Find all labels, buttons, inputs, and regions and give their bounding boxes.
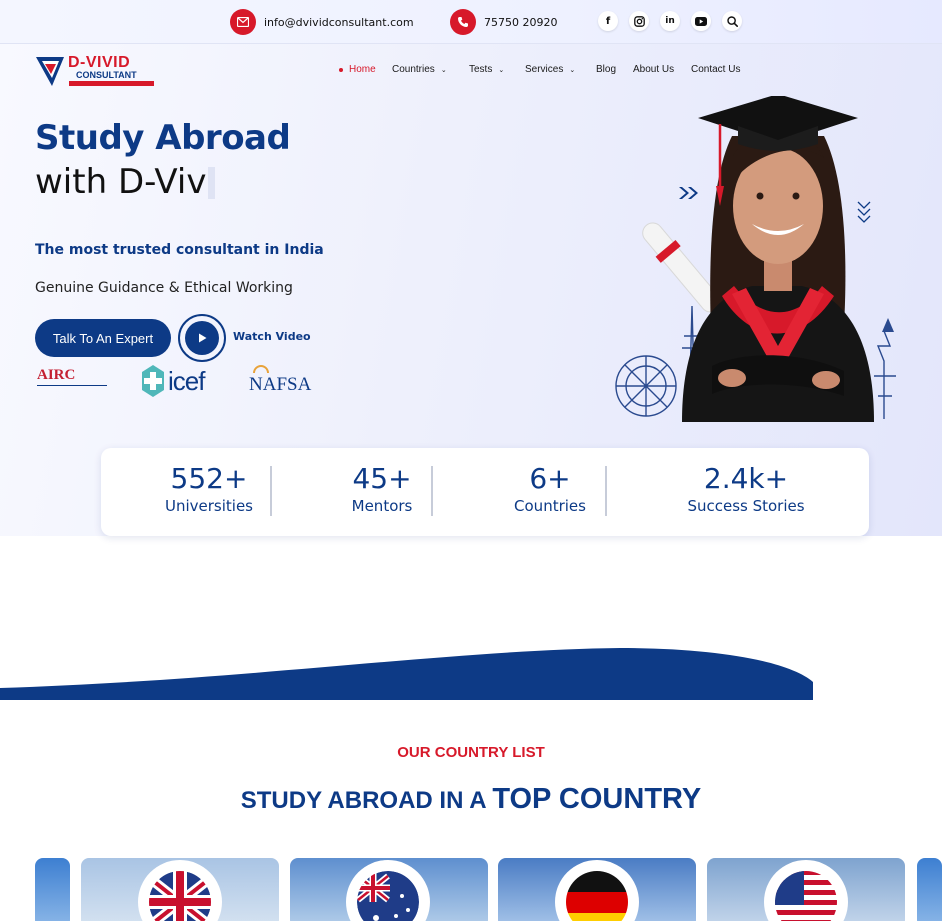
nav-tests-label: Tests	[469, 64, 493, 75]
stat-success-stories: 2.4k+ Success Stories	[681, 462, 811, 515]
nav-home-label: Home	[349, 64, 376, 75]
chevron-down-icon: ⌄	[569, 66, 576, 74]
hero-title-line1: Study Abroad	[35, 118, 291, 158]
nav-home[interactable]: Home	[339, 64, 376, 75]
logo-subtitle: CONSULTANT	[76, 70, 137, 80]
nav-blog-label: Blog	[596, 64, 617, 75]
nafsa-arc-icon	[253, 365, 269, 374]
nav-about-label: About Us	[633, 64, 675, 75]
stat-universities: 552+ Universities	[161, 462, 257, 515]
section-title: STUDY ABROAD IN A TOP COUNTRY	[0, 783, 942, 816]
wave-divider	[0, 648, 813, 700]
stat-value: 45+	[352, 462, 412, 495]
chevron-down-icon: ⌄	[498, 66, 505, 74]
play-video-button[interactable]	[178, 314, 226, 362]
nafsa-logo-text: NAFSA	[249, 374, 312, 395]
airc-logo-text: AIRC	[37, 367, 76, 383]
stat-countries: 6+ Countries	[503, 462, 597, 515]
nav-countries-label: Countries	[392, 64, 435, 75]
section-title-plain: STUDY ABROAD IN A	[240, 787, 493, 814]
stat-mentors: 45+ Mentors	[336, 462, 428, 515]
stat-divider	[605, 466, 607, 516]
phone-text[interactable]: 75750 20920	[484, 16, 557, 29]
section-kicker: OUR COUNTRY LIST	[397, 744, 545, 761]
hero-title-typed: with D-Viv	[35, 162, 207, 202]
stat-value: 6+	[529, 462, 571, 495]
nav-about[interactable]: About Us	[633, 64, 674, 75]
hero-tagline: The most trusted consultant in India	[35, 242, 324, 258]
typing-cursor	[208, 167, 216, 199]
brand-logo[interactable]: D-VIVID CONSULTANT	[34, 54, 158, 88]
phone-contact[interactable]: 75750 20920	[450, 9, 557, 35]
linkedin-icon[interactable]: in	[660, 11, 680, 31]
email-text[interactable]: info@dvividconsultant.com	[264, 16, 414, 29]
instagram-icon[interactable]	[629, 11, 649, 31]
graduate-student-illustration	[615, 96, 896, 422]
email-contact[interactable]: info@dvividconsultant.com	[230, 9, 414, 35]
stat-divider	[270, 466, 272, 516]
airc-logo: AIRC	[37, 364, 107, 386]
nav-services-label: Services	[525, 64, 564, 75]
talk-to-expert-button[interactable]: Talk To An Expert	[35, 319, 171, 357]
play-icon	[185, 321, 219, 355]
hero-subtagline: Genuine Guidance & Ethical Working	[35, 280, 293, 296]
active-dot-icon	[339, 67, 343, 72]
nav-contact-label: Contact Us	[691, 64, 741, 75]
icef-logo: icef	[140, 364, 205, 398]
chevron-down-icon: ⌄	[440, 66, 447, 74]
country-card-partial[interactable]	[917, 858, 942, 921]
nav-contact[interactable]: Contact Us	[691, 64, 740, 75]
stat-divider	[431, 466, 433, 516]
stat-value: 2.4k+	[703, 462, 789, 495]
nav-services[interactable]: Services ⌄	[525, 64, 575, 75]
mail-icon	[230, 9, 256, 35]
icef-mark-icon	[142, 365, 164, 397]
country-card-partial[interactable]	[35, 858, 70, 921]
stat-label: Universities	[164, 497, 253, 515]
stat-label: Mentors	[351, 497, 413, 515]
stat-label: Countries	[514, 497, 586, 515]
search-icon[interactable]	[722, 11, 742, 31]
hero-title-line2: with D-Viv	[35, 162, 216, 202]
facebook-icon[interactable]: f	[598, 11, 618, 31]
stat-value: 552+	[170, 462, 248, 495]
stats-card: 552+ Universities 45+ Mentors 6+ Countri…	[101, 448, 869, 536]
youtube-icon[interactable]	[691, 11, 711, 31]
phone-icon	[450, 9, 476, 35]
icef-logo-text: icef	[168, 365, 205, 396]
top-contact-bar: info@dvividconsultant.com 75750 20920 f …	[0, 0, 942, 44]
nav-blog[interactable]: Blog	[596, 64, 616, 75]
nav-tests[interactable]: Tests ⌄	[469, 64, 504, 75]
nafsa-logo: NAFSA	[249, 365, 311, 395]
nav-countries[interactable]: Countries ⌄	[392, 64, 447, 75]
section-title-bold: TOP COUNTRY	[492, 783, 702, 815]
stat-label: Success Stories	[687, 497, 805, 515]
watch-video-link[interactable]: Watch Video	[233, 330, 311, 343]
